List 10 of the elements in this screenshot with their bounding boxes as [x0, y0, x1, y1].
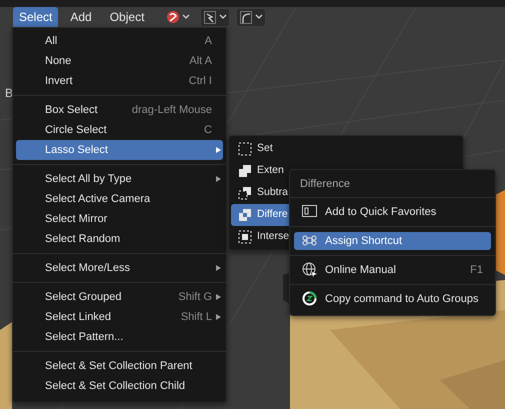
shortcut-label: C — [204, 122, 212, 138]
shortcut-label: drag-Left Mouse — [132, 102, 212, 118]
menu-title: Difference — [290, 170, 495, 198]
shortcut-label: Ctrl I — [188, 74, 212, 89]
viewport-label: B — [5, 85, 14, 102]
shortcut-label: Alt A — [189, 54, 212, 69]
shortcut-label: Shift G — [178, 290, 212, 305]
shortcut-label: F1 — [470, 262, 483, 278]
shortcut-label: Shift L — [180, 310, 212, 325]
shortcut-label: A — [204, 34, 212, 49]
